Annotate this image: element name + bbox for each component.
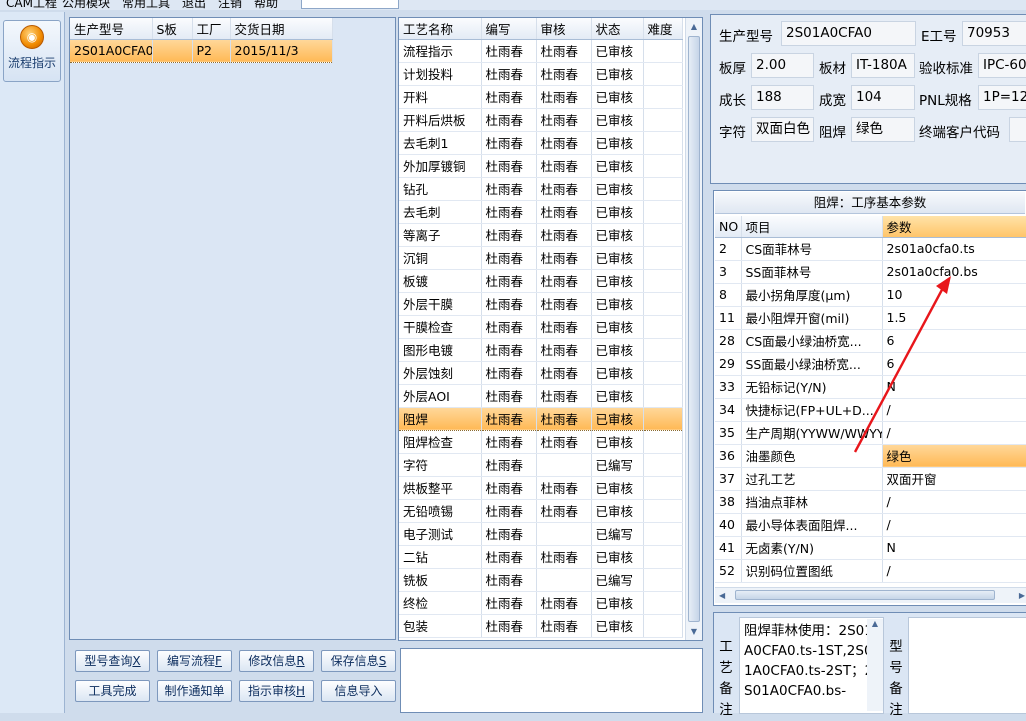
annotation-arrow-head [936,276,951,294]
annotation-arrow [853,276,951,453]
annotation-arrow-line [853,285,946,453]
